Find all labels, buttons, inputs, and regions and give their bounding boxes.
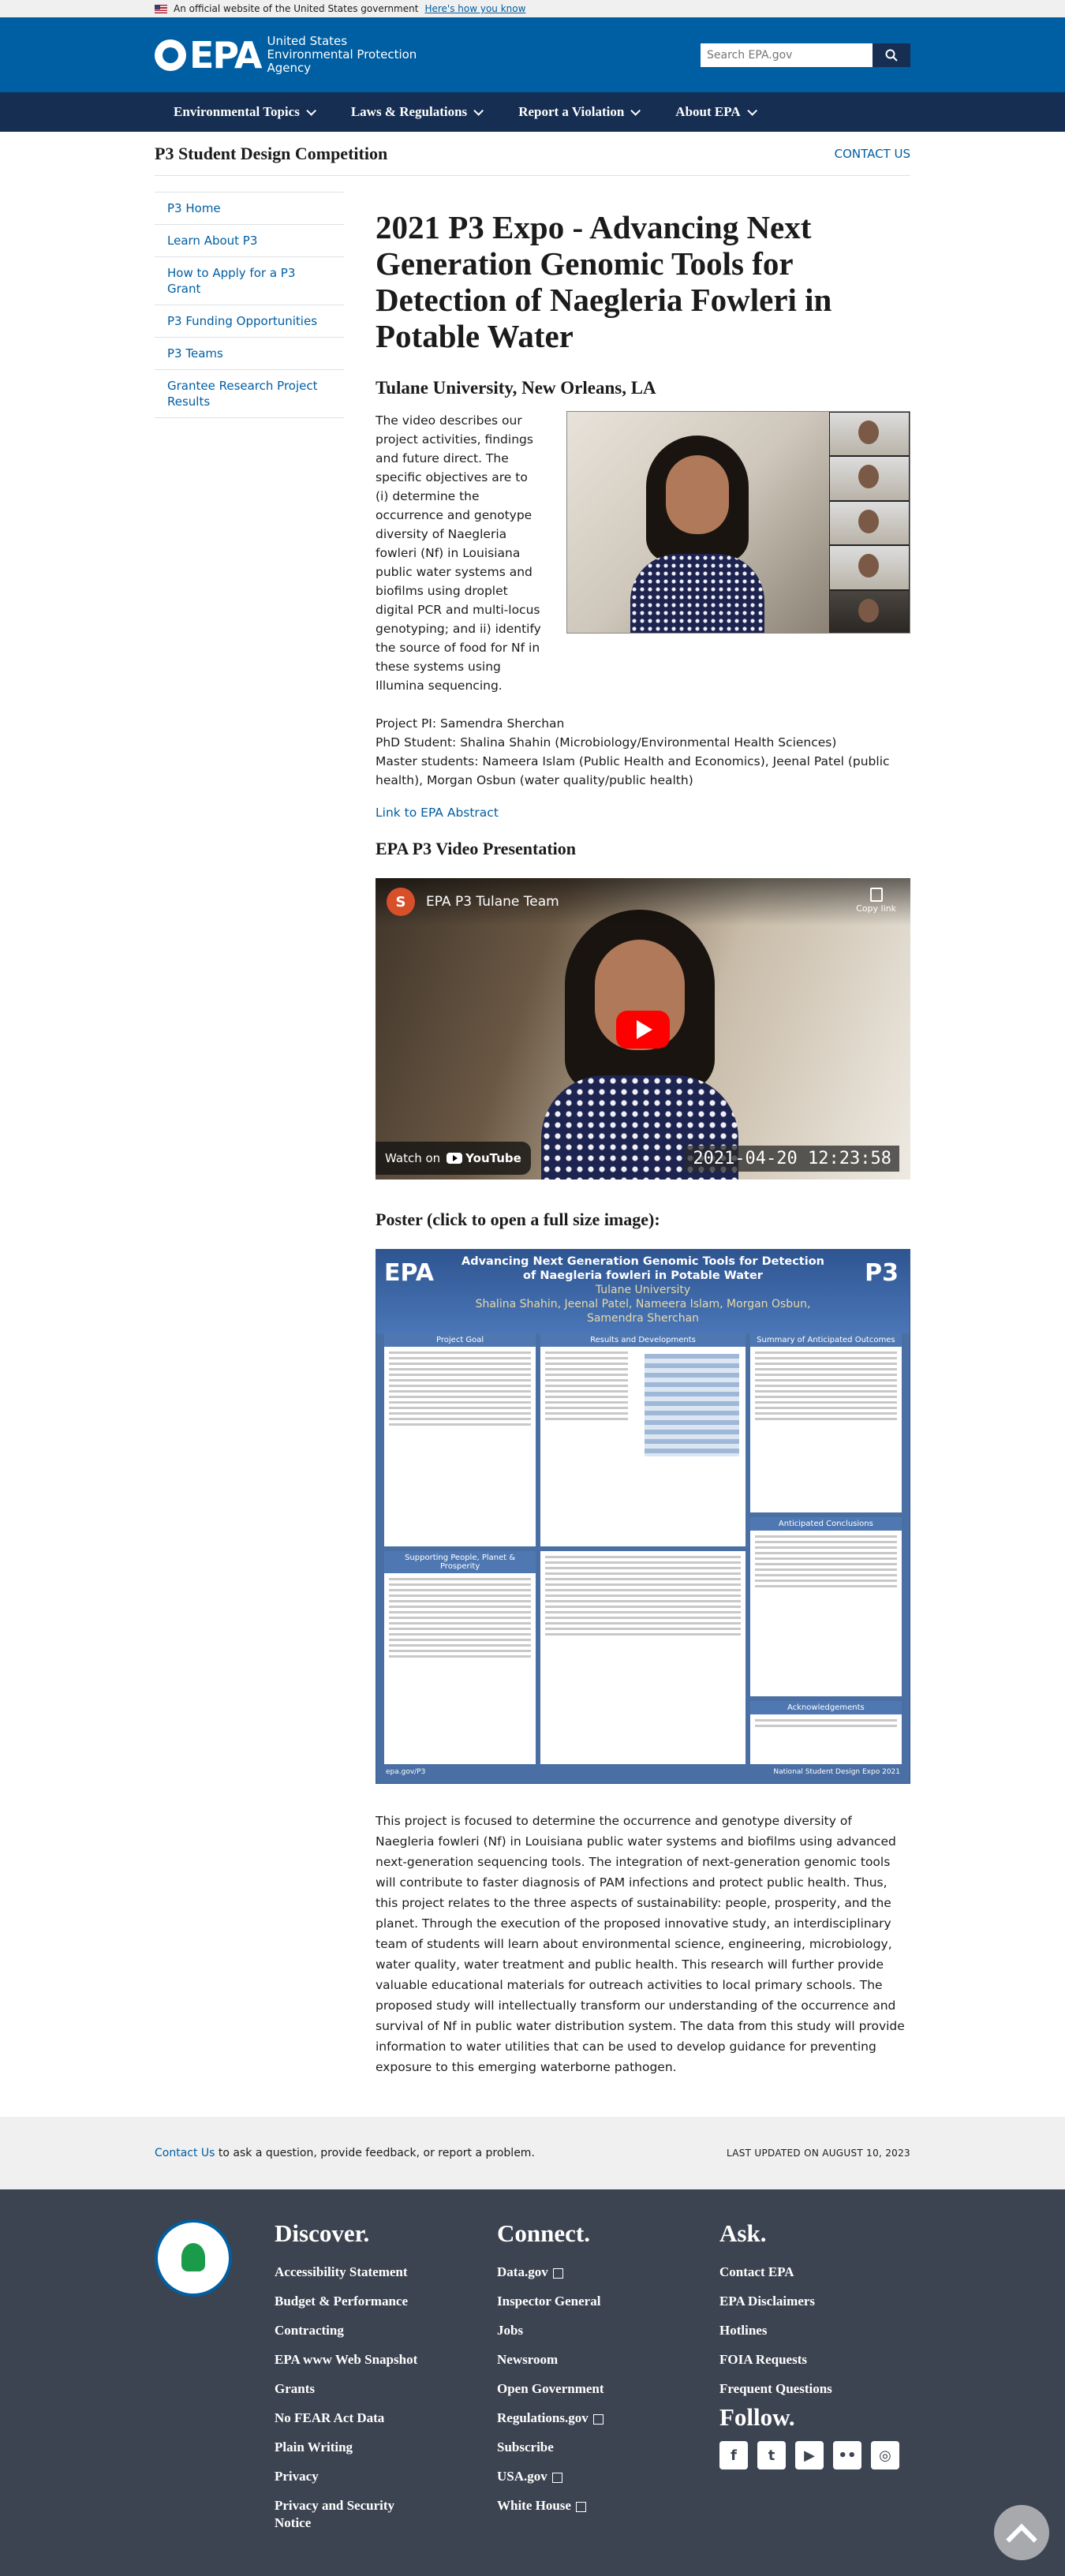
- side-nav: P3 Home Learn About P3 How to Apply for …: [155, 192, 344, 2077]
- external-link-icon: [552, 2268, 563, 2279]
- footer-link[interactable]: Frequent Questions: [719, 2374, 942, 2403]
- footer-link[interactable]: Privacy and Security Notice: [275, 2491, 432, 2532]
- footer-link[interactable]: White House: [497, 2491, 719, 2520]
- nav-laws-regulations[interactable]: Laws & Regulations: [332, 104, 499, 120]
- project-credits: Project PI: Samendra Sherchan PhD Studen…: [376, 716, 890, 787]
- poster-p3-logo: P3: [865, 1259, 899, 1287]
- sidenav-p3-teams[interactable]: P3 Teams: [155, 337, 344, 369]
- footer-link[interactable]: Budget & Performance: [275, 2286, 497, 2316]
- facebook-icon[interactable]: f: [719, 2441, 748, 2469]
- poster-heading: Poster (click to open a full size image)…: [376, 1209, 660, 1229]
- footer-link[interactable]: Grants: [275, 2374, 497, 2403]
- gov-banner-text: An official website of the United States…: [174, 3, 419, 14]
- footer-ask: Ask. Contact EPA EPA Disclaimers Hotline…: [719, 2219, 942, 2576]
- footer-link[interactable]: Accessibility Statement: [275, 2257, 497, 2286]
- last-updated: LAST UPDATED ON AUGUST 10, 2023: [726, 2148, 910, 2159]
- footer-link[interactable]: Newsroom: [497, 2345, 719, 2374]
- copy-icon: [869, 888, 883, 902]
- epa-logo[interactable]: EPA United States Environmental Protectio…: [155, 34, 417, 77]
- epa-abstract-link[interactable]: Link to EPA Abstract: [376, 806, 910, 820]
- chevron-down-icon: [473, 105, 484, 116]
- youtube-icon: [447, 1153, 463, 1164]
- page-title: 2021 P3 Expo - Advancing Next Generation…: [376, 209, 832, 354]
- social-links: f t ▶ •• ◎: [719, 2441, 942, 2469]
- sidenav-funding-opportunities[interactable]: P3 Funding Opportunities: [155, 305, 344, 337]
- site-header: EPA United States Environmental Protectio…: [0, 17, 1065, 92]
- search-icon: [885, 49, 898, 62]
- heres-how-link[interactable]: Here's how you know: [424, 3, 525, 14]
- page-header: P3 Student Design Competition CONTACT US: [155, 132, 910, 176]
- footer-link[interactable]: No FEAR Act Data: [275, 2403, 497, 2432]
- external-link-icon: [551, 2472, 562, 2483]
- chevron-down-icon: [746, 105, 757, 116]
- watch-on-youtube-button[interactable]: Watch on YouTube: [376, 1142, 531, 1175]
- footer-link[interactable]: Privacy: [275, 2462, 497, 2491]
- section-title: P3 Student Design Competition: [155, 143, 388, 163]
- logo-text: EPA: [189, 33, 263, 77]
- footer-link[interactable]: FOIA Requests: [719, 2345, 942, 2374]
- footer-discover: Discover. Accessibility Statement Budget…: [275, 2219, 497, 2576]
- chevron-down-icon: [630, 105, 641, 116]
- us-flag-icon: [155, 4, 167, 13]
- copy-link-button[interactable]: Copy link: [856, 888, 896, 914]
- chevron-down-icon: [306, 105, 316, 116]
- contact-strip: Contact Us to ask a question, provide fe…: [0, 2117, 1065, 2189]
- video-timestamp: 2021-04-20 12:23:58: [685, 1146, 899, 1172]
- site-footer: Discover. Accessibility Statement Budget…: [0, 2189, 1065, 2576]
- follow-heading: Follow.: [719, 2403, 795, 2431]
- footer-link[interactable]: Inspector General: [497, 2286, 719, 2316]
- footer-link[interactable]: Jobs: [497, 2316, 719, 2345]
- footer-link[interactable]: Contact EPA: [719, 2257, 942, 2286]
- agency-name: United States Environmental Protection Age…: [267, 34, 417, 75]
- search-input[interactable]: [701, 43, 873, 67]
- project-summary: This project is focused to determine the…: [376, 1814, 905, 2074]
- zoom-call-image: [566, 411, 910, 634]
- nav-about-epa[interactable]: About EPA: [656, 104, 772, 120]
- nav-report-violation[interactable]: Report a Violation: [499, 104, 656, 120]
- poster-epa-logo: EPA: [384, 1259, 434, 1287]
- sidenav-how-to-apply[interactable]: How to Apply for a P3 Grant: [155, 256, 344, 305]
- video-heading: EPA P3 Video Presentation: [376, 839, 577, 858]
- main-content: 2021 P3 Expo - Advancing Next Generation…: [376, 192, 910, 2077]
- video-title[interactable]: EPA P3 Tulane Team: [426, 894, 559, 910]
- external-link-icon: [592, 2413, 604, 2425]
- intro-text: The video describes our project activiti…: [376, 413, 541, 693]
- epa-flower-icon: [155, 39, 186, 71]
- search-button[interactable]: [873, 43, 910, 67]
- sidenav-grantee-results[interactable]: Grantee Research Project Results: [155, 369, 344, 418]
- contact-us-footer-link[interactable]: Contact Us: [155, 2147, 215, 2159]
- contact-us-link[interactable]: CONTACT US: [835, 147, 910, 161]
- page-subtitle: Tulane University, New Orleans, LA: [376, 378, 656, 398]
- footer-link[interactable]: Open Government: [497, 2374, 719, 2403]
- footer-link[interactable]: EPA www Web Snapshot: [275, 2345, 497, 2374]
- twitter-icon[interactable]: t: [757, 2441, 786, 2469]
- gov-banner: An official website of the United States…: [0, 0, 1065, 17]
- footer-link[interactable]: Regulations.gov: [497, 2403, 719, 2432]
- back-to-top-button[interactable]: [994, 2505, 1049, 2560]
- external-link-icon: [575, 2501, 586, 2512]
- footer-link[interactable]: Contracting: [275, 2316, 497, 2345]
- footer-link[interactable]: Data.gov: [497, 2257, 719, 2286]
- footer-link[interactable]: Subscribe: [497, 2432, 719, 2462]
- channel-avatar[interactable]: S: [387, 888, 415, 916]
- footer-link[interactable]: USA.gov: [497, 2462, 719, 2491]
- sidenav-learn-about-p3[interactable]: Learn About P3: [155, 224, 344, 256]
- youtube-video[interactable]: S EPA P3 Tulane Team Copy link Watch on Y…: [376, 878, 910, 1180]
- epa-seal-icon[interactable]: [155, 2219, 232, 2297]
- nav-environmental-topics[interactable]: Environmental Topics: [155, 104, 332, 120]
- play-button[interactable]: [616, 1011, 670, 1049]
- footer-link[interactable]: Plain Writing: [275, 2432, 497, 2462]
- flickr-icon[interactable]: ••: [833, 2441, 861, 2469]
- instagram-icon[interactable]: ◎: [871, 2441, 899, 2469]
- footer-link[interactable]: EPA Disclaimers: [719, 2286, 942, 2316]
- footer-link[interactable]: Hotlines: [719, 2316, 942, 2345]
- sidenav-p3-home[interactable]: P3 Home: [155, 192, 344, 224]
- search-form: [701, 43, 910, 67]
- footer-connect: Connect. Data.gov Inspector General Jobs…: [497, 2219, 719, 2576]
- main-nav: Environmental Topics Laws & Regulations …: [0, 92, 1065, 132]
- poster-image[interactable]: EPA Advancing Next Generation Genomic To…: [376, 1249, 910, 1784]
- contact-strip-text: to ask a question, provide feedback, or …: [215, 2147, 535, 2159]
- youtube-icon[interactable]: ▶: [795, 2441, 824, 2469]
